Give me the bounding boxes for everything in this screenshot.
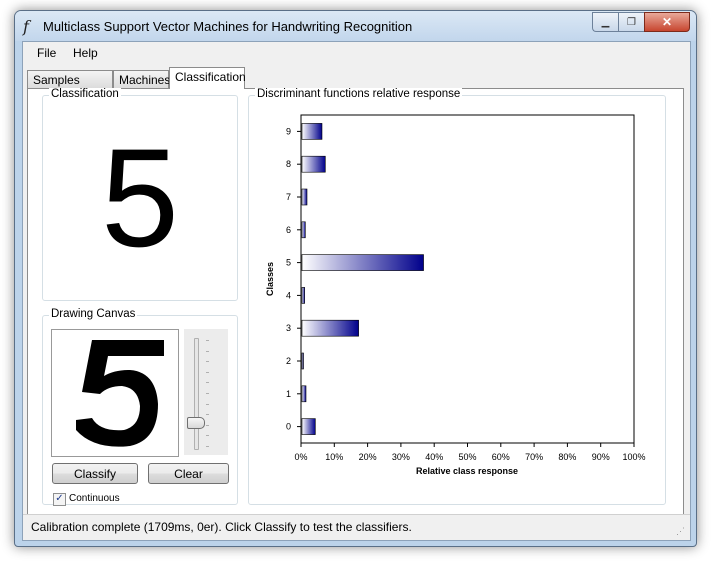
y-tick-label: 9 [286, 126, 291, 136]
chart-group-label: Discriminant functions relative response [255, 88, 463, 100]
bar-class-4 [301, 287, 305, 304]
y-tick-label: 0 [286, 422, 291, 432]
classification-result: 5 [101, 119, 179, 276]
slider-tick [206, 371, 209, 373]
tab-classification[interactable]: Classification [169, 67, 246, 89]
title-bar[interactable]: f Multiclass Support Vector Machines for… [15, 11, 696, 41]
continuous-checkbox[interactable]: ✓ [53, 493, 66, 506]
y-tick-label: 2 [286, 356, 291, 366]
y-axis-label: Classes [265, 262, 275, 296]
minimize-button[interactable]: ▁ [592, 12, 618, 32]
function-f-icon: f [23, 17, 29, 36]
client-area: File Help Samples (Input) Machines Class… [22, 41, 691, 541]
bar-class-1 [301, 385, 307, 403]
x-tick-label: 90% [592, 452, 610, 462]
tab-samples[interactable]: Samples (Input) [27, 70, 113, 105]
slider-tick [206, 446, 209, 447]
y-tick-label: 4 [286, 290, 291, 300]
menu-file[interactable]: File [37, 46, 56, 60]
bar-class-2 [301, 352, 304, 370]
menu-help[interactable]: Help [73, 46, 98, 60]
x-tick-label: 20% [359, 452, 377, 462]
maximize-icon: ❐ [627, 16, 636, 28]
bar-class-3 [301, 319, 359, 337]
x-tick-label: 80% [558, 452, 576, 462]
chart-group: Discriminant functions relative response… [248, 88, 666, 505]
x-tick-label: 0% [294, 452, 307, 462]
slider-tick [206, 403, 209, 405]
y-tick-label: 5 [286, 258, 291, 268]
app-window: f Multiclass Support Vector Machines for… [14, 10, 697, 547]
slider-tick [206, 350, 209, 352]
y-tick-label: 7 [286, 192, 291, 202]
y-tick-label: 6 [286, 225, 291, 235]
close-icon: ✕ [661, 15, 673, 29]
bar-class-6 [301, 221, 306, 239]
y-tick-label: 1 [286, 389, 291, 399]
bar-class-8 [301, 155, 326, 173]
drawn-digit-stroke [76, 340, 164, 447]
classification-tab-page: Classification 5 Drawing Canvas Classify… [27, 88, 684, 515]
slider-thumb[interactable] [187, 416, 205, 429]
bar-class-0 [301, 418, 316, 435]
slider-tick [206, 435, 209, 437]
drawing-canvas-group: Drawing Canvas Classify Clear ✓ Continuo… [42, 308, 238, 506]
slider-tick [206, 382, 209, 384]
continuous-label: Continuous [69, 493, 120, 504]
tab-machines[interactable]: Machines [113, 70, 170, 88]
drawing-canvas-label: Drawing Canvas [49, 308, 138, 320]
bar-class-5 [301, 254, 424, 271]
slider-tick [206, 340, 209, 341]
x-tick-label: 50% [458, 452, 476, 462]
slider-track [194, 338, 199, 450]
slider-tick [206, 414, 209, 416]
classify-button[interactable]: Classify [52, 463, 138, 484]
slider-tick [206, 424, 209, 426]
clear-button[interactable]: Clear [148, 463, 229, 484]
x-tick-label: 10% [325, 452, 343, 462]
window-title: Multiclass Support Vector Machines for H… [43, 19, 413, 34]
y-tick-label: 3 [286, 323, 291, 333]
plot-area [300, 114, 635, 444]
maximize-button[interactable]: ❐ [618, 12, 644, 32]
classification-group-label: Classification [49, 88, 121, 100]
slider-tick [206, 393, 209, 394]
x-tick-label: 100% [622, 452, 645, 462]
x-tick-label: 30% [392, 452, 410, 462]
x-tick-label: 60% [492, 452, 510, 462]
bar-class-7 [301, 188, 308, 206]
response-chart: 0 1 2 3 4 5 6 7 8 9 0% 10% 20% 30% 40% 50% 60% 70% 80% 90%… [265, 114, 646, 476]
minimize-icon: ▁ [601, 16, 610, 28]
classification-group: Classification 5 [42, 88, 238, 301]
close-button[interactable]: ✕ [644, 12, 690, 32]
slider-tick [206, 361, 209, 363]
x-tick-label: 70% [525, 452, 543, 462]
menu-bar: File Help [23, 42, 690, 64]
y-tick-label: 8 [286, 159, 291, 169]
status-text: Calibration complete (1709ms, 0er). Clic… [31, 520, 412, 534]
status-bar: Calibration complete (1709ms, 0er). Clic… [23, 514, 690, 540]
resize-grip-icon[interactable]: ⋰ [676, 526, 688, 538]
x-tick-label: 40% [425, 452, 443, 462]
x-axis-label: Relative class response [416, 466, 518, 476]
drawing-canvas[interactable] [51, 329, 179, 457]
bar-class-9 [301, 123, 323, 140]
